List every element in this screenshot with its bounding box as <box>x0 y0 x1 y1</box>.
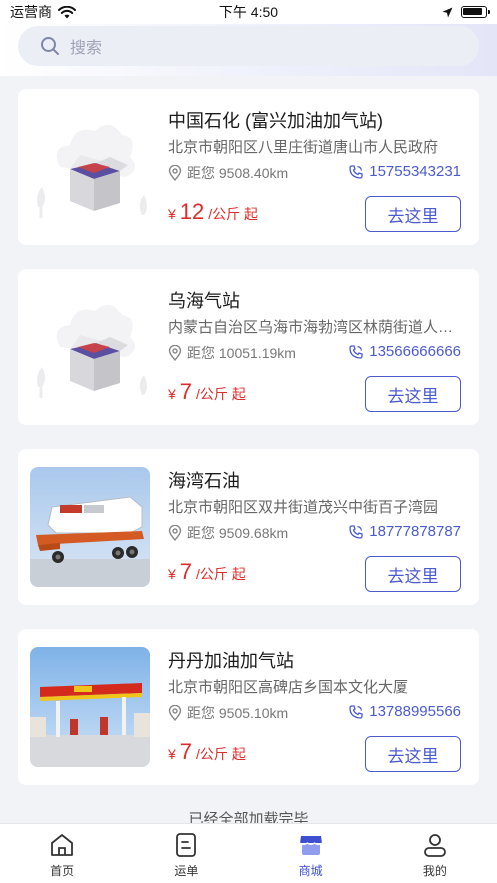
distance-text: 距您 10051.19km <box>187 345 296 361</box>
distance-text: 距您 9508.40km <box>187 165 289 181</box>
status-right <box>442 6 490 18</box>
search-icon <box>41 37 59 55</box>
status-bar: 运营商 下午 4:50 <box>0 0 497 24</box>
tab-waybill[interactable]: 运单 <box>124 824 248 883</box>
battery-icon <box>461 6 490 18</box>
station-name: 海湾石油 <box>168 471 240 491</box>
station-card[interactable]: 乌海气站 内蒙古自治区乌海市海勃湾区林荫街道人民路 距您 10051.19km … <box>18 269 479 425</box>
price-unit: /公斤 起 <box>196 566 246 582</box>
price-unit: /公斤 起 <box>196 386 246 402</box>
station-price: ¥ 12 /公斤 起 <box>168 199 258 225</box>
station-distance: 距您 9505.10km <box>168 703 288 723</box>
wifi-icon <box>58 5 76 18</box>
location-pin-icon <box>168 705 182 721</box>
station-image-tanker <box>30 467 150 587</box>
price-unit: /公斤 起 <box>196 746 246 762</box>
phone-icon <box>349 524 363 539</box>
price-unit: /公斤 起 <box>208 206 259 222</box>
search-placeholder: 搜索 <box>70 40 103 57</box>
status-left: 运营商 <box>10 2 76 22</box>
price-value: 7 <box>179 739 193 764</box>
station-name: 乌海气站 <box>168 291 240 311</box>
station-info: 乌海气站 内蒙古自治区乌海市海勃湾区林荫街道人民路 距您 10051.19km … <box>168 269 479 425</box>
station-distance: 距您 9509.68km <box>168 523 288 543</box>
go-here-button[interactable]: 去这里 <box>365 736 461 772</box>
station-card[interactable]: 海湾石油 北京市朝阳区双井街道茂兴中街百子湾园 距您 9509.68km 187… <box>18 449 479 605</box>
station-image-placeholder <box>30 107 150 227</box>
header: 搜索 <box>0 24 497 76</box>
station-info: 海湾石油 北京市朝阳区双井街道茂兴中街百子湾园 距您 9509.68km 187… <box>168 449 479 605</box>
tab-label: 首页 <box>50 864 75 878</box>
location-pin-icon <box>168 345 182 361</box>
tab-label: 我的 <box>422 864 447 878</box>
price-value: 12 <box>179 199 205 224</box>
station-distance: 距您 9508.40km <box>168 163 288 183</box>
station-address: 北京市朝阳区八里庄街道唐山市人民政府 <box>168 139 439 156</box>
phone-number: 18777878787 <box>369 523 461 540</box>
station-image-placeholder <box>30 287 150 407</box>
phone-icon <box>349 704 363 719</box>
tab-home[interactable]: 首页 <box>0 824 124 883</box>
tab-store[interactable]: 商城 <box>249 824 373 883</box>
phone-icon <box>349 344 363 359</box>
empty-box-illustration <box>30 287 150 407</box>
distance-text: 距您 9509.68km <box>187 525 289 541</box>
phone-number: 13566666666 <box>369 343 461 360</box>
station-info: 中国石化 (富兴加油加气站) 北京市朝阳区八里庄街道唐山市人民政府 距您 950… <box>168 89 479 245</box>
store-icon <box>299 836 322 855</box>
station-address: 北京市朝阳区双井街道茂兴中街百子湾园 <box>168 499 439 516</box>
station-info: 丹丹加油加气站 北京市朝阳区高碑店乡国本文化大厦 距您 9505.10km 13… <box>168 629 479 785</box>
location-pin-icon <box>168 525 182 541</box>
go-here-button[interactable]: 去这里 <box>365 376 461 412</box>
tab-label: 运单 <box>174 864 199 878</box>
tab-label: 商城 <box>298 864 323 878</box>
phone-icon <box>349 164 363 179</box>
station-phone[interactable]: 18777878787 <box>349 523 461 540</box>
phone-number: 13788995566 <box>369 703 461 720</box>
price-symbol: ¥ <box>168 386 176 402</box>
location-arrow-icon <box>442 7 453 17</box>
station-image-gas-station <box>30 647 150 767</box>
price-value: 7 <box>179 379 193 404</box>
station-phone[interactable]: 13788995566 <box>349 703 461 720</box>
price-symbol: ¥ <box>168 206 176 222</box>
price-symbol: ¥ <box>168 566 176 582</box>
distance-text: 距您 9505.10km <box>187 705 289 721</box>
station-price: ¥ 7 /公斤 起 <box>168 739 246 765</box>
station-address: 北京市朝阳区高碑店乡国本文化大厦 <box>168 679 409 696</box>
tanker-truck-photo <box>30 467 150 587</box>
station-distance: 距您 10051.19km <box>168 343 296 363</box>
station-card[interactable]: 丹丹加油加气站 北京市朝阳区高碑店乡国本文化大厦 距您 9505.10km 13… <box>18 629 479 785</box>
carrier-label: 运营商 <box>10 4 52 20</box>
station-address: 内蒙古自治区乌海市海勃湾区林荫街道人民路 <box>168 319 458 336</box>
station-card[interactable]: 中国石化 (富兴加油加气站) 北京市朝阳区八里庄街道唐山市人民政府 距您 950… <box>18 89 479 245</box>
station-phone[interactable]: 15755343231 <box>349 163 461 180</box>
location-pin-icon <box>168 165 182 181</box>
gas-station-photo <box>30 647 150 767</box>
station-phone[interactable]: 13566666666 <box>349 343 461 360</box>
empty-box-illustration <box>30 107 150 227</box>
tab-mine[interactable]: 我的 <box>373 824 497 883</box>
search-input[interactable]: 搜索 <box>18 26 479 66</box>
station-name: 中国石化 (富兴加油加气站) <box>168 111 383 131</box>
price-symbol: ¥ <box>168 746 176 762</box>
go-here-button[interactable]: 去这里 <box>365 196 461 232</box>
waybill-icon <box>176 833 197 857</box>
go-here-button[interactable]: 去这里 <box>365 556 461 592</box>
tab-bar: 首页 运单 商城 我的 <box>0 823 497 883</box>
station-name: 丹丹加油加气站 <box>168 651 294 671</box>
home-icon <box>51 834 74 856</box>
station-price: ¥ 7 /公斤 起 <box>168 559 246 585</box>
user-icon <box>423 834 446 857</box>
station-price: ¥ 7 /公斤 起 <box>168 379 246 405</box>
price-value: 7 <box>179 559 193 584</box>
phone-number: 15755343231 <box>369 163 461 180</box>
